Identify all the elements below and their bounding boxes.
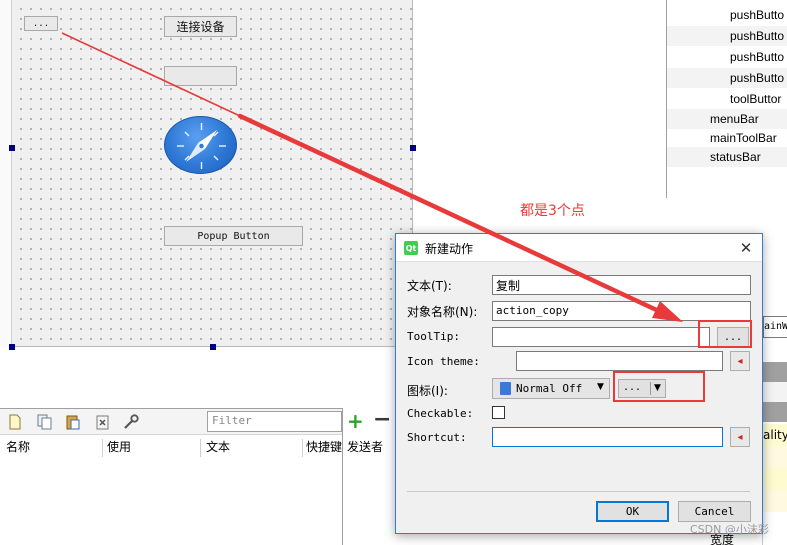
shortcut-label: Shortcut:: [407, 431, 467, 444]
tree-item[interactable]: statusBar: [667, 147, 787, 167]
property-cell[interactable]: [763, 446, 787, 468]
tree-item[interactable]: menuBar: [667, 109, 787, 129]
tree-item[interactable]: pushButto: [667, 47, 787, 67]
column-header-text[interactable]: 文本: [206, 439, 230, 457]
column-header-shortcut[interactable]: 快捷键: [306, 439, 342, 457]
column-header-used[interactable]: 使用: [107, 439, 131, 457]
property-cell[interactable]: [763, 468, 787, 490]
tree-item[interactable]: pushButto: [667, 68, 787, 88]
property-editor-panel: ainWi ality: [762, 296, 787, 545]
property-cell[interactable]: ainWi: [763, 316, 787, 338]
copy-icon[interactable]: [36, 412, 54, 432]
tooltip-label: ToolTip:: [407, 330, 460, 343]
action-editor-panel: Filter 名称 使用 文本 快捷键: [0, 408, 398, 545]
dots-tool-button[interactable]: ...: [24, 16, 58, 31]
signal-slot-panel: + − 发送者: [343, 408, 398, 545]
chevron-down-icon[interactable]: ▼: [654, 383, 661, 393]
connect-device-button[interactable]: 连接设备: [164, 16, 237, 37]
tree-item[interactable]: toolButtor: [667, 89, 787, 109]
qt-logo-icon: Qt: [404, 241, 418, 255]
icon-theme-label: Icon theme:: [407, 355, 480, 368]
chevron-down-icon: ▼: [597, 382, 604, 392]
compass-icon[interactable]: [164, 116, 237, 174]
wrench-icon[interactable]: [122, 412, 140, 432]
dropdown-separator: [650, 382, 651, 395]
ok-button[interactable]: OK: [596, 501, 669, 522]
cancel-button[interactable]: Cancel: [678, 501, 751, 522]
tooltip-dots-button[interactable]: ...: [717, 327, 749, 347]
left-margin-strip: [0, 0, 12, 347]
column-separator: [102, 439, 103, 457]
delete-icon[interactable]: [94, 412, 112, 432]
property-cell: [763, 382, 787, 402]
column-header-name[interactable]: 名称: [6, 439, 30, 457]
tooltip-field[interactable]: [492, 327, 710, 347]
new-action-dialog[interactable]: Qt 新建动作 ✕ 文本(T): 复制 对象名称(N): action_copy…: [395, 233, 763, 534]
object-name-label: 对象名称(N):: [407, 305, 478, 319]
action-editor-toolbar: Filter: [0, 409, 398, 435]
checkable-checkbox[interactable]: [492, 406, 505, 419]
shortcut-field[interactable]: [492, 427, 723, 447]
annotation-text: 都是3个点: [520, 203, 585, 219]
text-label: 文本(T):: [407, 279, 452, 293]
icon-mode-value: Normal Off: [516, 382, 583, 395]
text-field[interactable]: 复制: [492, 275, 751, 295]
icon-theme-reset-button[interactable]: ◂: [730, 351, 750, 371]
icon-label: 图标(I):: [407, 384, 448, 398]
dialog-divider: [407, 491, 750, 492]
resize-handle[interactable]: [9, 344, 15, 350]
property-cell: [763, 362, 787, 382]
resize-handle[interactable]: [9, 145, 15, 151]
object-inspector-tree[interactable]: pushButto pushButto pushButto pushButto …: [667, 0, 787, 170]
resize-handle[interactable]: [210, 344, 216, 350]
remove-connection-icon[interactable]: −: [373, 409, 391, 431]
paste-icon[interactable]: [64, 412, 82, 432]
shortcut-reset-button[interactable]: ◂: [730, 427, 750, 447]
icon-mode-combo[interactable]: Normal Off ▼: [492, 378, 610, 399]
dialog-titlebar[interactable]: Qt 新建动作 ✕: [396, 234, 762, 262]
column-header-sender[interactable]: 发送者: [347, 438, 383, 455]
icon-dots-dropdown[interactable]: ... ▼: [618, 379, 666, 398]
property-cell[interactable]: ality: [763, 424, 787, 446]
checkable-label: Checkable:: [407, 407, 474, 420]
property-cell[interactable]: [763, 490, 787, 512]
popup-button[interactable]: Popup Button: [164, 226, 303, 246]
icon-theme-field[interactable]: [516, 351, 723, 371]
tree-item[interactable]: mainToolBar: [667, 128, 787, 148]
property-cell: [763, 402, 787, 422]
resize-handle[interactable]: [410, 145, 416, 151]
object-name-field[interactable]: action_copy: [492, 301, 751, 321]
tree-item[interactable]: pushButto: [667, 26, 787, 46]
property-bottom-label: 宽度: [710, 533, 735, 545]
column-separator: [200, 439, 201, 457]
close-button[interactable]: ✕: [736, 238, 756, 258]
column-separator: [302, 439, 303, 457]
dialog-title: 新建动作: [425, 242, 474, 256]
add-connection-icon[interactable]: +: [347, 410, 364, 432]
icon-dots-label: ...: [623, 382, 642, 393]
filter-input[interactable]: Filter: [207, 411, 342, 432]
tree-item[interactable]: pushButto: [667, 5, 787, 25]
new-file-icon[interactable]: [6, 412, 24, 432]
empty-push-button[interactable]: [164, 66, 237, 86]
file-icon: [500, 382, 511, 395]
